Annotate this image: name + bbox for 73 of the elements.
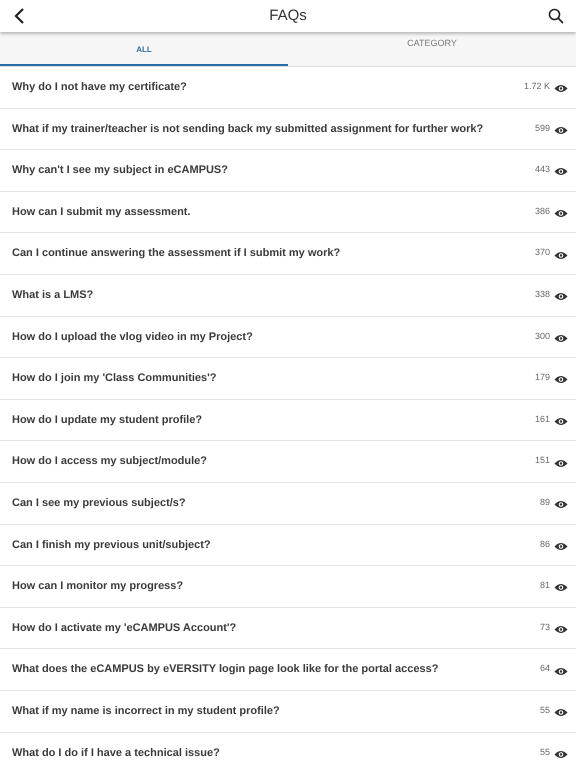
question-text: What does the eCAMPUS by eVERSITY login page look like for the portal access? — [12, 662, 440, 678]
eye-icon — [554, 583, 568, 592]
faq-row[interactable]: How do I activate my 'eCAMPUS Account'? 73 — [0, 608, 576, 650]
faq-row[interactable]: Why do I not have my certificate? 1.72 K — [0, 67, 576, 109]
search-icon — [548, 8, 564, 24]
eye-icon — [554, 458, 568, 468]
view-count: 338 — [534, 288, 550, 301]
faq-row[interactable]: How can I monitor my progress? 81 — [0, 566, 576, 608]
question-text: What if my trainer/teacher is not sending back my submitted assignment for further work? — [12, 122, 484, 137]
question-text: Why do I not have my certificate? — [12, 80, 188, 96]
question-text: Why can't I see my subject in eCAMPUS? — [12, 163, 229, 178]
faq-row[interactable]: Can I continue answering the assessment if I submit my work? 370 — [0, 233, 576, 275]
faq-row[interactable]: What does the eCAMPUS by eVERSITY login page look like for the portal access? 64 — [0, 649, 576, 691]
question-text: Can I finish my previous unit/subject? — [12, 538, 212, 553]
eye-icon — [554, 500, 568, 510]
question-text: What is a LMS? — [12, 288, 94, 304]
tab[interactable]: ALL — [0, 32, 288, 66]
question-text: How can I submit my assessment. — [12, 204, 192, 220]
view-count: 386 — [534, 204, 550, 218]
faq-row[interactable]: What if my trainer/teacher is not sending back my submitted assignment for further work? 599 — [0, 108, 576, 150]
eye-icon — [554, 334, 568, 343]
question-text: What do I do if I have a technical issue? — [12, 746, 221, 761]
eye-icon — [554, 209, 568, 218]
page-title: FAQs — [269, 6, 307, 26]
eye-icon — [554, 126, 568, 135]
question-text: Can I continue answering the assessment if I submit my work? — [12, 246, 342, 262]
question-text: Can I see my previous subject/s? — [12, 496, 187, 511]
eye-icon — [554, 625, 568, 634]
faq-row[interactable]: Why can't I see my subject in eCAMPUS? 443 — [0, 150, 576, 192]
view-count: 370 — [534, 246, 550, 260]
eye-icon — [554, 542, 568, 551]
eye-icon — [554, 292, 568, 302]
faq-row[interactable]: How can I submit my assessment. 386 — [0, 192, 576, 234]
eye-icon — [554, 417, 568, 426]
faq-row[interactable]: How do I join my 'Class Communities'? 179 — [0, 358, 576, 400]
eye-icon — [554, 84, 568, 94]
question-text: How do I access my subject/module? — [12, 454, 208, 470]
view-count: 81 — [540, 579, 550, 592]
view-count: 86 — [540, 538, 550, 551]
question-text: How do I update my student profile? — [12, 412, 204, 428]
question-text: How do I join my 'Class Communities'? — [12, 371, 218, 386]
question-text: How do I activate my 'eCAMPUS Account'? — [12, 620, 238, 636]
faq-row[interactable]: What if my name is incorrect in my student profile? 55 — [0, 690, 576, 732]
eye-icon — [554, 250, 568, 260]
faq-row[interactable]: What do I do if I have a technical issue? 55 — [0, 732, 576, 768]
faq-row[interactable]: How do I update my student profile? 161 — [0, 400, 576, 442]
view-count: 300 — [534, 330, 550, 343]
view-count: 151 — [534, 454, 550, 468]
faq-row[interactable]: How do I access my subject/module? 151 — [0, 441, 576, 483]
faq-row[interactable]: What is a LMS? 338 — [0, 274, 576, 317]
view-count: 161 — [534, 412, 550, 426]
view-count: 89 — [540, 496, 550, 509]
eye-icon — [554, 666, 568, 676]
faq-row[interactable]: Can I see my previous subject/s? 89 — [0, 482, 576, 525]
faq-row[interactable]: How do I upload the vlog video in my Project? 300 — [0, 316, 576, 358]
eye-icon — [554, 708, 568, 718]
question-text: How do I upload the vlog video in my Project? — [12, 330, 254, 345]
view-count: 64 — [540, 662, 550, 676]
question-text: How can I monitor my progress? — [12, 579, 184, 594]
eye-icon — [554, 750, 568, 759]
chevron-left-icon — [13, 7, 27, 25]
view-count: 55 — [540, 746, 550, 758]
view-count: 443 — [534, 163, 550, 176]
view-count: 55 — [540, 704, 550, 717]
faq-row[interactable]: Can I finish my previous unit/subject? 86 — [0, 524, 576, 566]
view-count: 1.72 K — [524, 80, 550, 93]
view-count: 179 — [534, 371, 550, 384]
eye-icon — [554, 375, 568, 384]
view-count: 73 — [540, 620, 550, 634]
eye-icon — [554, 167, 568, 176]
tab[interactable]: CATEGORY — [288, 32, 576, 66]
question-text: What if my name is incorrect in my student profile? — [12, 704, 281, 719]
view-count: 599 — [534, 122, 550, 135]
